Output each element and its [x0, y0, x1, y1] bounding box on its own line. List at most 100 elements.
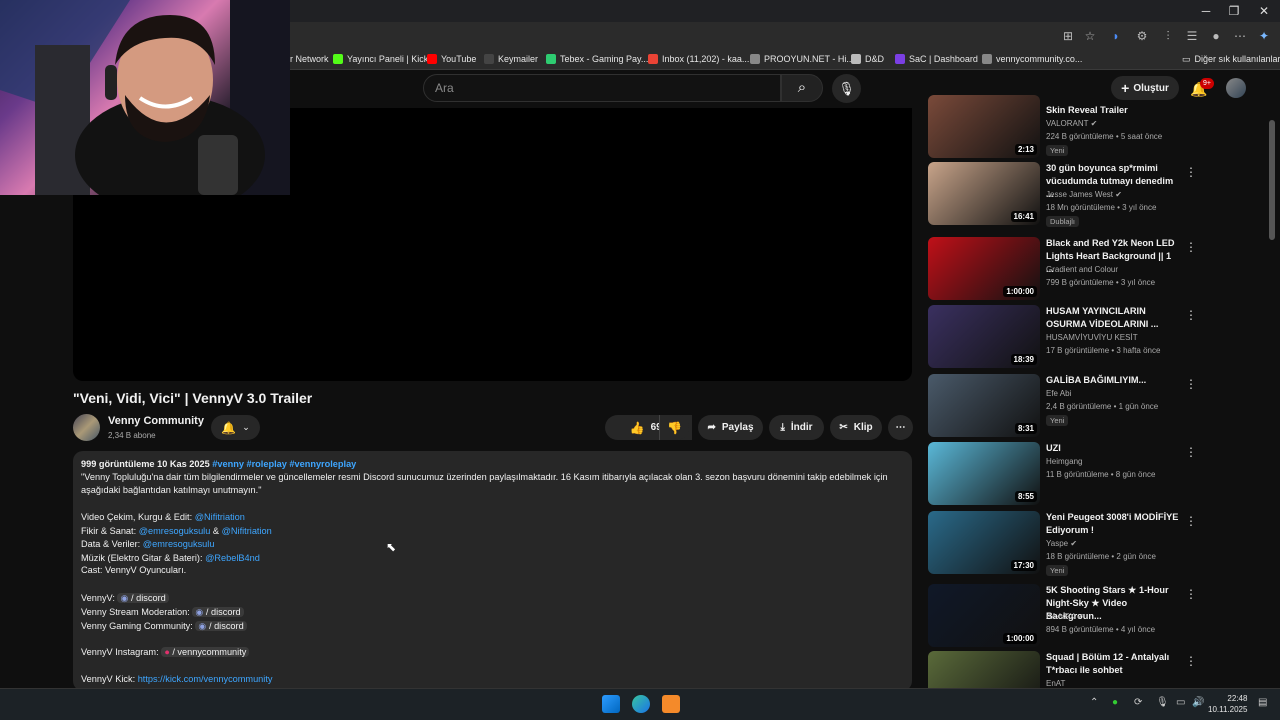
video-thumbnail[interactable]: 1:00:00: [928, 584, 1040, 647]
kick-link[interactable]: https://kick.com/vennycommunity: [138, 674, 273, 684]
copilot-icon[interactable]: ✦: [1256, 28, 1272, 44]
video-thumbnail[interactable]: 18:39: [928, 305, 1040, 368]
recommended-video[interactable]: 16:41 30 gün boyunca sp*rmimi vücudumda t…: [928, 162, 1258, 230]
subscription-notification-button[interactable]: 🔔 ⌄: [211, 415, 260, 440]
recommended-video[interactable]: 1:00:00 Black and Red Y2k Neon LED Lights…: [928, 237, 1258, 305]
tray-mic-icon[interactable]: 🎙: [1156, 697, 1169, 708]
video-thumbnail[interactable]: 8:55: [928, 442, 1040, 505]
recommended-channel[interactable]: Efe Abi: [1046, 389, 1071, 398]
recommended-channel[interactable]: AA-VFX ✔: [1046, 612, 1084, 621]
more-options-icon[interactable]: ⋮: [1185, 587, 1197, 601]
dislike-button[interactable]: 👎: [659, 415, 689, 440]
app-install-icon[interactable]: ⊞: [1060, 28, 1076, 44]
taskbar-clock[interactable]: 22:48 10.11.2025: [1208, 693, 1247, 715]
tray-volume-icon[interactable]: 🔊: [1192, 697, 1204, 708]
bookmark-item[interactable]: PROOYUN.NET - Hi...: [750, 50, 854, 68]
recommended-video[interactable]: 8:55 UZI Heimgang 11 B görüntüleme • 8 gün …: [928, 442, 1258, 510]
credit-link[interactable]: @Nifitriation: [222, 526, 272, 536]
recommended-video[interactable]: 8:31 GALİBA BAĞIMLIYIM... Efe Abi 2,4 B gör…: [928, 374, 1258, 442]
recommended-channel[interactable]: Heimgang: [1046, 457, 1082, 466]
instagram-link[interactable]: ● / vennycommunity: [161, 647, 250, 657]
recommended-title[interactable]: Skin Reveal Trailer: [1046, 104, 1181, 117]
bookmark-item[interactable]: vennycommunity.co...: [982, 50, 1082, 68]
split-screen-icon[interactable]: ⫶: [1160, 28, 1176, 44]
search-button[interactable]: ⌕: [781, 74, 823, 102]
bookmark-item[interactable]: Tebex - Gaming Pay...: [546, 50, 648, 68]
tray-chevron-icon[interactable]: ⌃: [1090, 697, 1098, 708]
scissors-icon: ✂: [839, 422, 848, 433]
voice-search-button[interactable]: 🎙: [832, 74, 861, 103]
recommended-title[interactable]: Yeni Peugeot 3008'i MODİFİYE Ediyorum !: [1046, 511, 1181, 537]
recommended-video[interactable]: 18:39 HUSAM YAYINCILARIN OSURMA VİDEOLARI…: [928, 305, 1258, 373]
more-options-icon[interactable]: ⋮: [1185, 308, 1197, 322]
search-input[interactable]: Ara: [423, 74, 781, 102]
channel-avatar[interactable]: [73, 414, 100, 441]
more-options-icon[interactable]: ⋮: [1185, 377, 1197, 391]
tray-sync-icon[interactable]: ⟳: [1134, 697, 1142, 708]
collections-icon[interactable]: ☰: [1184, 28, 1200, 44]
more-options-icon[interactable]: ⋮: [1185, 165, 1197, 179]
more-options-icon[interactable]: ⋮: [1185, 654, 1197, 668]
tray-network-icon[interactable]: ▭: [1176, 697, 1185, 708]
recommended-channel[interactable]: Yaspe ✔: [1046, 539, 1077, 548]
bookmark-item[interactable]: Keymailer: [484, 50, 538, 68]
discord-link[interactable]: ◉ / discord: [192, 607, 244, 617]
app-icon[interactable]: [662, 695, 680, 713]
video-thumbnail[interactable]: 8:31: [928, 374, 1040, 437]
recommended-channel[interactable]: Gradient and Colour: [1046, 265, 1118, 274]
discord-link[interactable]: ◉ / discord: [117, 593, 169, 603]
recommended-title[interactable]: HUSAM YAYINCILARIN OSURMA VİDEOLARINI ..…: [1046, 305, 1181, 331]
bookmark-item[interactable]: SaC | Dashboard: [895, 50, 978, 68]
credit-link[interactable]: @RebelB4nd: [205, 553, 260, 563]
maximize-icon[interactable]: ❐: [1224, 3, 1244, 19]
bookmark-favicon-icon: [895, 54, 905, 64]
favorite-star-icon[interactable]: ☆: [1082, 28, 1098, 44]
bookmark-item[interactable]: Inbox (11,202) - kaa...: [648, 50, 749, 68]
hashtags[interactable]: #venny #roleplay #vennyroleplay: [212, 459, 356, 469]
download-button[interactable]: ⤓ İndir: [769, 415, 824, 440]
credit-link[interactable]: @Nifitriation: [195, 512, 245, 522]
tray-status-icon[interactable]: ●: [1112, 697, 1118, 708]
extensions-puzzle-icon[interactable]: ⚙: [1134, 28, 1150, 44]
video-thumbnail[interactable]: 1:00:00: [928, 237, 1040, 300]
recommended-video[interactable]: 2:13 Skin Reveal Trailer VALORANT ✔ 224 B g…: [928, 95, 1258, 163]
bookmark-item[interactable]: Yayıncı Paneli | Kick: [333, 50, 428, 68]
bookmark-item[interactable]: r Network: [290, 50, 329, 68]
close-icon[interactable]: ✕: [1254, 3, 1274, 19]
video-title: "Veni, Vidi, Vici" | VennyV 3.0 Trailer: [73, 390, 313, 406]
other-bookmarks[interactable]: ▭ Diğer sık kullanılanlar: [1182, 50, 1280, 68]
minimize-icon[interactable]: ─: [1196, 3, 1216, 19]
recommended-video[interactable]: 1:00:00 5K Shooting Stars ★ 1-Hour Night-…: [928, 584, 1258, 652]
recommended-title[interactable]: UZI: [1046, 442, 1181, 455]
extension-icon[interactable]: ◗: [1108, 28, 1124, 44]
video-thumbnail[interactable]: 2:13: [928, 95, 1040, 158]
recommended-channel[interactable]: HUSAMVİYUVİYU KESİT: [1046, 333, 1138, 342]
notification-center-icon[interactable]: ▤: [1258, 697, 1267, 708]
edge-browser-icon[interactable]: [632, 695, 650, 713]
more-menu-icon[interactable]: ⋯: [1232, 28, 1248, 44]
bookmark-item[interactable]: D&D: [851, 50, 884, 68]
windows-start-icon[interactable]: [602, 695, 620, 713]
recommended-channel[interactable]: EnAT: [1046, 679, 1065, 688]
clip-button[interactable]: ✂ Klip: [830, 415, 882, 440]
more-actions-button[interactable]: ⋯: [888, 415, 913, 440]
credit-link[interactable]: @emresoguksulu: [139, 526, 211, 536]
bookmark-item[interactable]: YouTube: [427, 50, 476, 68]
recommended-channel[interactable]: VALORANT ✔: [1046, 119, 1097, 128]
more-options-icon[interactable]: ⋮: [1185, 240, 1197, 254]
video-thumbnail[interactable]: 17:30: [928, 511, 1040, 574]
recommended-title[interactable]: Squad | Bölüm 12 - Antalyalı T*rbacı ile…: [1046, 651, 1181, 677]
scrollbar-thumb[interactable]: [1269, 120, 1275, 240]
recommended-channel[interactable]: Jesse James West ✔: [1046, 190, 1122, 199]
channel-label: Heimgang: [1046, 457, 1083, 466]
share-button[interactable]: ➦ Paylaş: [698, 415, 763, 440]
recommended-video[interactable]: 17:30 Yeni Peugeot 3008'i MODİFİYE Ediyor…: [928, 511, 1258, 579]
credit-link[interactable]: @emresoguksulu: [143, 539, 215, 549]
discord-link[interactable]: ◉ / discord: [195, 621, 247, 631]
more-options-icon[interactable]: ⋮: [1185, 514, 1197, 528]
profile-icon[interactable]: ●: [1208, 28, 1224, 44]
video-thumbnail[interactable]: 16:41: [928, 162, 1040, 225]
recommended-title[interactable]: GALİBA BAĞIMLIYIM...: [1046, 374, 1181, 387]
channel-name[interactable]: Venny Community: [108, 415, 204, 427]
more-options-icon[interactable]: ⋮: [1185, 445, 1197, 459]
